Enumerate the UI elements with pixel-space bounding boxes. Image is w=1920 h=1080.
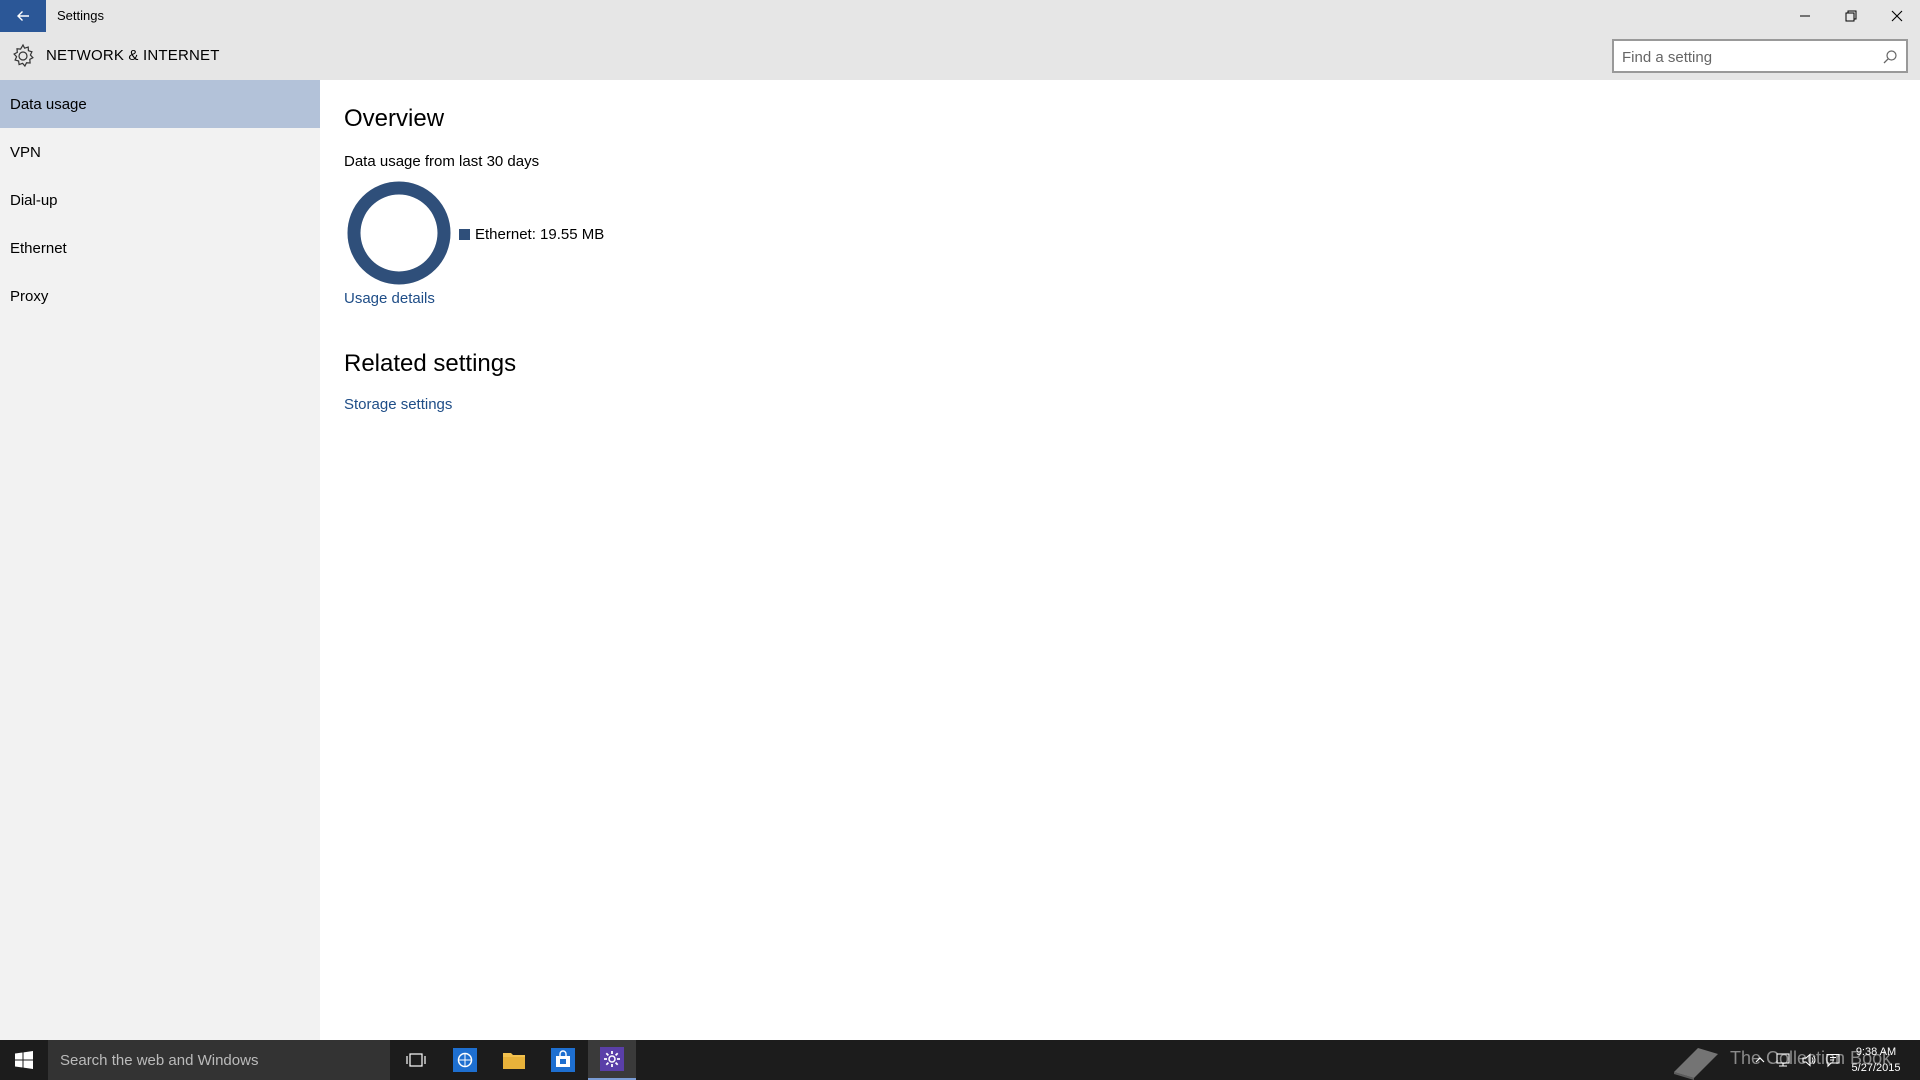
legend-swatch-ethernet [459,229,470,240]
settings-taskbar-button[interactable] [588,1040,636,1080]
settings-gear-icon [600,1047,624,1071]
page-title: NETWORK & INTERNET [46,47,220,64]
start-button[interactable] [0,1040,48,1080]
clock-time: 9:38 AM [1855,1046,1897,1058]
sidebar: Data usage VPN Dial-up Ethernet Proxy [0,80,320,1040]
store-bag-icon [551,1048,575,1072]
sidebar-item-proxy[interactable]: Proxy [0,272,320,320]
minimize-icon [1800,15,1810,17]
network-icon [1776,1053,1790,1067]
internet-explorer-button[interactable] [441,1040,489,1080]
data-usage-donut-chart [347,181,451,285]
sidebar-item-label: VPN [10,143,41,161]
taskbar-search-box[interactable]: Search the web and Windows [48,1040,390,1080]
clock-date: 5/27/2015 [1851,1062,1901,1074]
title-bar: Settings [0,0,1920,32]
search-icon[interactable] [1882,49,1898,65]
folder-icon [503,1053,525,1069]
back-arrow-icon [17,11,29,21]
sidebar-item-ethernet[interactable]: Ethernet [0,224,320,272]
book-watermark-icon [1674,1048,1718,1080]
chart-legend: Ethernet: 19.55 MB [459,226,604,243]
message-icon [1826,1053,1840,1068]
taskbar-clock[interactable]: 9:38 AM 5/27/2015 [1846,1044,1906,1076]
sidebar-item-dial-up[interactable]: Dial-up [0,176,320,224]
donut-segment-ethernet [347,181,451,285]
file-explorer-button[interactable] [490,1040,538,1080]
related-settings-heading: Related settings [344,350,517,377]
search-input[interactable] [1622,47,1862,67]
sidebar-item-label: Proxy [10,287,49,305]
main-content: Overview Data usage from last 30 days Et… [320,80,1920,1040]
usage-details-link[interactable]: Usage details [344,290,435,307]
sidebar-item-label: Dial-up [10,191,58,209]
network-tray-button[interactable] [1772,1040,1794,1080]
gear-icon [13,43,34,68]
show-hidden-icons-button[interactable] [1752,1040,1768,1080]
usage-period-label: Data usage from last 30 days [344,153,540,170]
task-view-icon [406,1053,426,1067]
action-center-button[interactable] [1822,1040,1844,1080]
legend-label-ethernet: Ethernet: 19.55 MB [475,226,605,243]
task-view-button[interactable] [392,1040,440,1080]
store-button[interactable] [539,1040,587,1080]
minimize-button[interactable] [1782,0,1828,32]
windows-logo-icon [15,1051,33,1069]
speaker-icon [1802,1053,1816,1067]
internet-explorer-icon [453,1048,477,1072]
chevron-up-icon [1755,1057,1765,1063]
taskbar: Search the web and Windows The Collectio… [0,1040,1920,1080]
window-title: Settings [57,8,104,23]
sidebar-item-vpn[interactable]: VPN [0,128,320,176]
volume-tray-button[interactable] [1798,1040,1820,1080]
restore-icon [1845,10,1857,22]
settings-header: NETWORK & INTERNET [0,32,1920,80]
back-button[interactable] [0,0,46,32]
sidebar-item-label: Data usage [10,95,87,113]
sidebar-item-data-usage[interactable]: Data usage [0,80,320,128]
close-button[interactable] [1874,0,1920,32]
close-icon [1891,10,1903,22]
storage-settings-link[interactable]: Storage settings [344,396,452,413]
sidebar-item-label: Ethernet [10,239,67,257]
restore-button[interactable] [1828,0,1874,32]
overview-heading: Overview [344,105,445,132]
find-setting-search[interactable] [1612,39,1908,73]
